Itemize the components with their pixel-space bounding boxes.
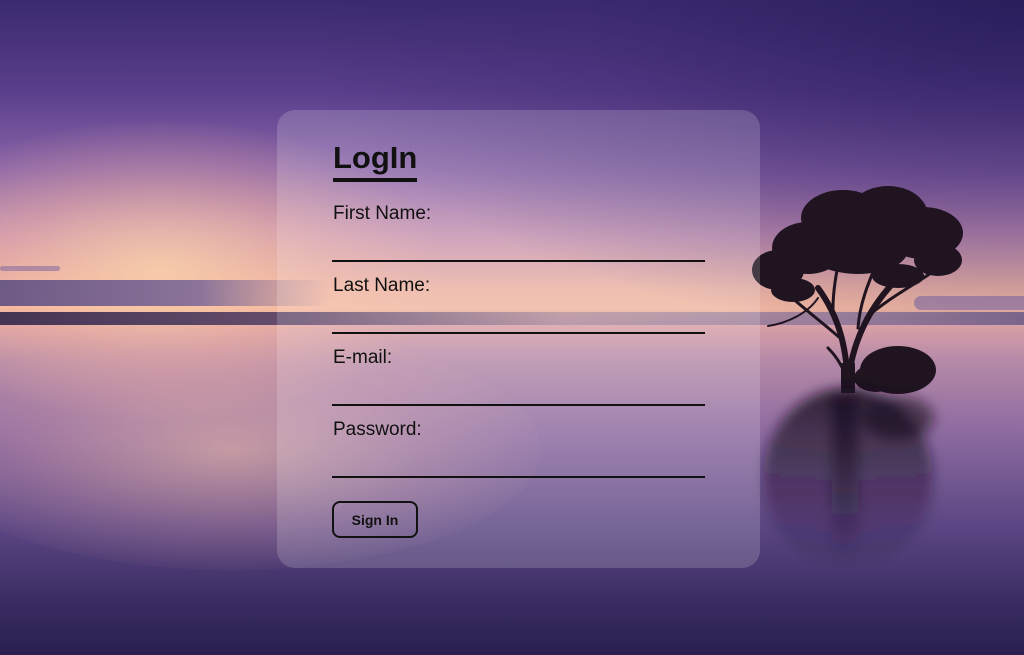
email-input[interactable] [332, 376, 705, 406]
last-name-input[interactable] [332, 304, 705, 334]
background-landscape: LogIn First Name: Last Name: E-mail: Pas… [0, 0, 1024, 655]
last-name-label: Last Name: [333, 275, 431, 296]
first-name-input[interactable] [332, 232, 705, 262]
email-label: E-mail: [333, 347, 393, 368]
password-label: Password: [333, 419, 422, 440]
cloud-streak [0, 266, 60, 271]
password-input[interactable] [332, 448, 705, 478]
first-name-label: First Name: [333, 203, 432, 224]
form-title: LogIn [333, 139, 418, 182]
tree-silhouette [752, 186, 963, 568]
sign-in-button[interactable]: Sign In [332, 501, 418, 538]
